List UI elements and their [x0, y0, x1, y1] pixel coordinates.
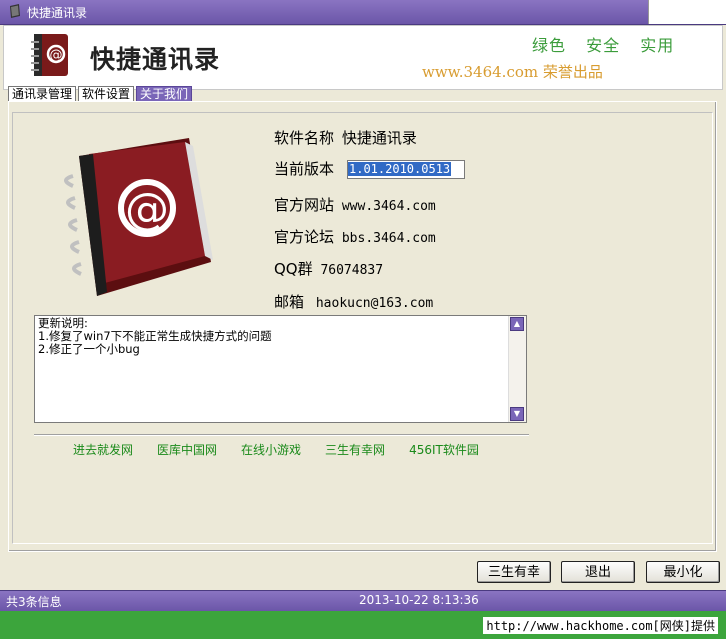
scroll-up-icon[interactable]: ▲	[510, 317, 524, 331]
email-value: haokucn@163.com	[315, 296, 434, 311]
tab-bar: 通讯录管理 软件设置 关于我们	[8, 86, 194, 101]
software-name-value: 快捷通讯录	[341, 129, 417, 147]
sansheng-button[interactable]: 三生有幸	[477, 561, 551, 583]
version-label: 当前版本	[274, 160, 335, 178]
forum-row: 官方论坛 bbs.3464.com	[274, 226, 436, 247]
slogan-safe: 安全	[586, 36, 621, 55]
status-datetime: 2013-10-22 8:13:36	[359, 593, 479, 607]
window-title: 快捷通讯录	[27, 6, 88, 20]
header-banner: @ 快捷通讯录 绿色 安全 实用 www.3464.com 荣誉出品	[3, 25, 723, 90]
software-name-label: 软件名称	[274, 129, 335, 147]
notes-scrollbar[interactable]: ▲ ▼	[508, 316, 526, 422]
minimize-button[interactable]: 最小化	[646, 561, 720, 583]
email-row: 邮箱 haokucn@163.com	[274, 291, 433, 312]
version-value: 1.01.2010.0513	[348, 162, 452, 176]
site-value: www.3464.com	[341, 199, 436, 214]
footer-credit: http://www.hackhome.com[网侠]提供	[483, 617, 718, 634]
qq-value: 76074837	[320, 263, 384, 278]
link-456it[interactable]: 456IT软件园	[409, 441, 479, 458]
slogan-green: 绿色	[532, 36, 567, 55]
qq-row: QQ群 76074837	[274, 258, 383, 279]
about-panel: @ 软件名称 快捷通讯录 当前版本 1.01.2010.0513 官方网站 ww…	[8, 101, 717, 552]
status-bar: 共3条信息 2013-10-22 8:13:36	[0, 590, 726, 611]
link-sanshengyouxing[interactable]: 三生有幸网	[325, 441, 385, 458]
partner-links: 进去就发网 医库中国网 在线小游戏 三生有幸网 456IT软件园	[73, 441, 503, 458]
site-row: 官方网站 www.3464.com	[274, 194, 436, 215]
address-book-logo-icon: @	[31, 34, 68, 76]
svg-text:@: @	[50, 48, 63, 63]
link-jinqujiufa[interactable]: 进去就发网	[73, 441, 133, 458]
record-count: 共3条信息	[6, 595, 62, 609]
window-controls-area	[648, 0, 726, 24]
footer-bar: http://www.hackhome.com[网侠]提供	[0, 611, 726, 639]
link-yiku-china[interactable]: 医库中国网	[157, 441, 217, 458]
forum-value: bbs.3464.com	[341, 231, 436, 246]
tab-contacts-management[interactable]: 通讯录管理	[8, 86, 77, 101]
svg-text:@: @	[125, 184, 169, 235]
version-row: 当前版本	[274, 158, 334, 179]
tab-about-us[interactable]: 关于我们	[136, 86, 193, 101]
exit-button[interactable]: 退出	[561, 561, 635, 583]
update-notes-textarea[interactable]: 更新说明: 1.修复了win7下不能正常生成快捷方式的问题 2.修正了一个小bu…	[34, 315, 527, 423]
email-label: 邮箱	[274, 293, 305, 311]
address-book-image-icon: @	[64, 138, 213, 296]
slogan: 绿色 安全 实用	[532, 32, 688, 56]
version-field[interactable]: 1.01.2010.0513	[347, 160, 465, 179]
software-name-row: 软件名称 快捷通讯录	[274, 127, 417, 148]
update-notes-text: 更新说明: 1.修复了win7下不能正常生成快捷方式的问题 2.修正了一个小bu…	[38, 316, 272, 356]
app-icon	[10, 4, 20, 18]
vendor-credit: www.3464.com 荣誉出品	[422, 63, 603, 81]
forum-label: 官方论坛	[274, 228, 335, 246]
link-online-games[interactable]: 在线小游戏	[241, 441, 301, 458]
slogan-practical: 实用	[640, 36, 675, 55]
site-label: 官方网站	[274, 196, 335, 214]
qq-label: QQ群	[274, 260, 313, 278]
scroll-down-icon[interactable]: ▼	[510, 407, 524, 421]
title-bar: 快捷通讯录	[0, 0, 726, 25]
tab-software-settings[interactable]: 软件设置	[78, 86, 135, 101]
brand-title: 快捷通讯录	[90, 45, 221, 74]
divider	[34, 434, 529, 436]
